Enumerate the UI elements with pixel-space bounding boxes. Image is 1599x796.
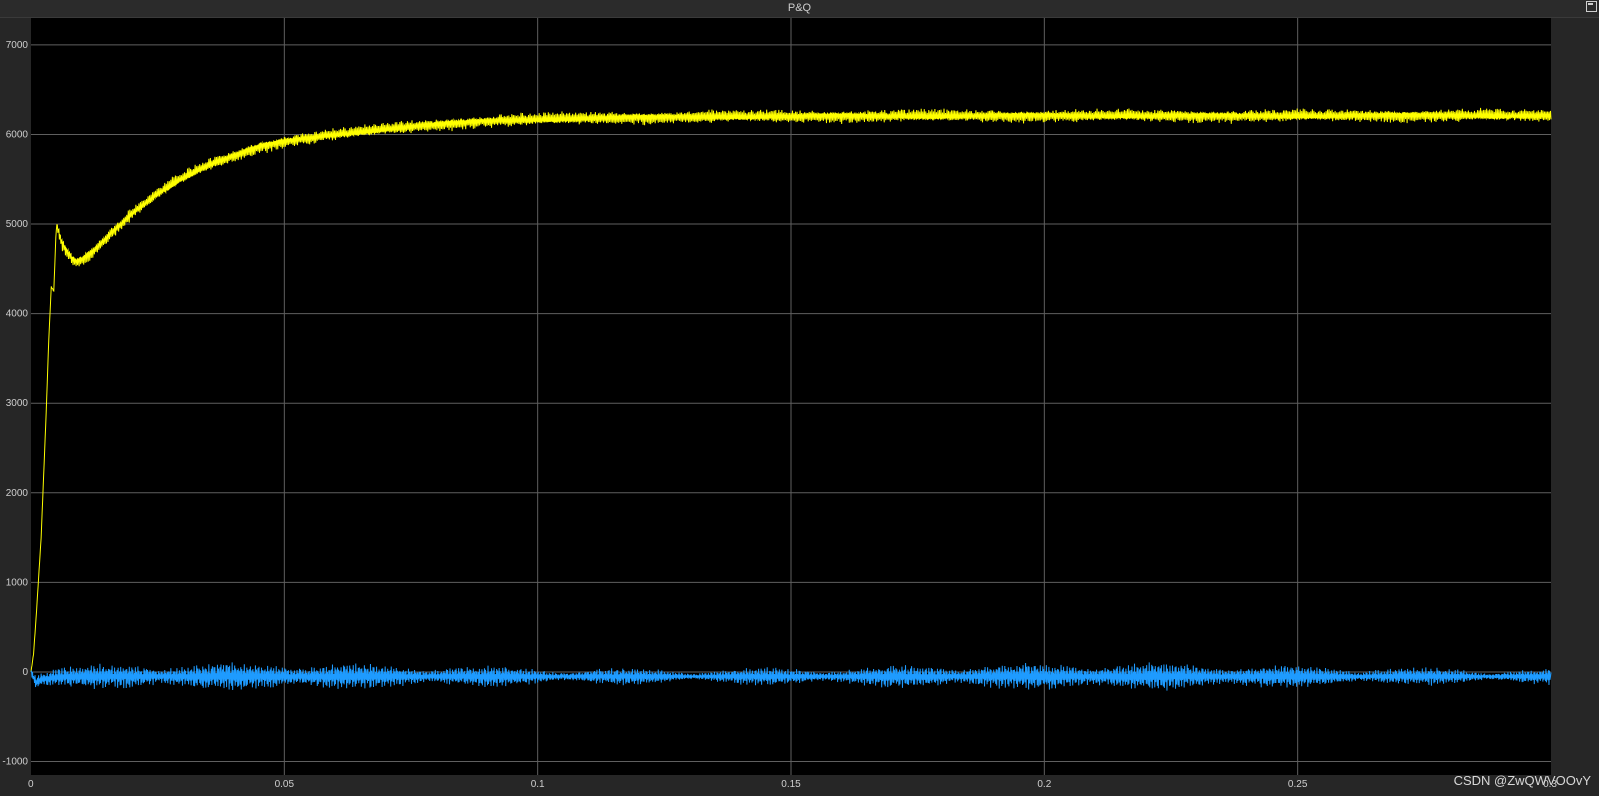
x-tick-label: 0.15 [781, 779, 801, 790]
x-tick-label: 0.2 [1037, 779, 1051, 790]
y-tick-label: 1000 [6, 577, 29, 588]
chart: 0 0.05 0.1 0.15 0.2 0.25 0.3 -1000010002000300… [2, 18, 1557, 790]
y-tick-label: 6000 [6, 129, 29, 140]
x-tick-label: 0.1 [531, 779, 545, 790]
x-tick-labels: 0 0.05 0.1 0.15 0.2 0.25 0.3 [28, 779, 1557, 790]
y-tick-label: -1000 [2, 757, 28, 768]
scope-window: P&Q 0 0.05 0.1 0.15 0.2 0.25 0.3 -1000 0 1000 200… [0, 0, 1599, 796]
y-tick-label: 4000 [6, 309, 29, 320]
y-tick-label: 0 [22, 667, 28, 678]
y-tick-label: 7000 [6, 40, 29, 51]
y-tick-label: 2000 [6, 488, 29, 499]
x-tick-label: 0.05 [275, 779, 295, 790]
x-tick-label: 0.25 [1288, 779, 1308, 790]
y-tick-labels: -1000 0 1000 2000 3000 4000 5000 6000 7000 [2, 40, 28, 768]
x-tick-label: 0 [28, 779, 34, 790]
watermark: CSDN @ZwQWVOOvY [1453, 773, 1591, 788]
y-tick-label: 5000 [6, 219, 29, 230]
y-tick-label: 3000 [6, 398, 29, 409]
